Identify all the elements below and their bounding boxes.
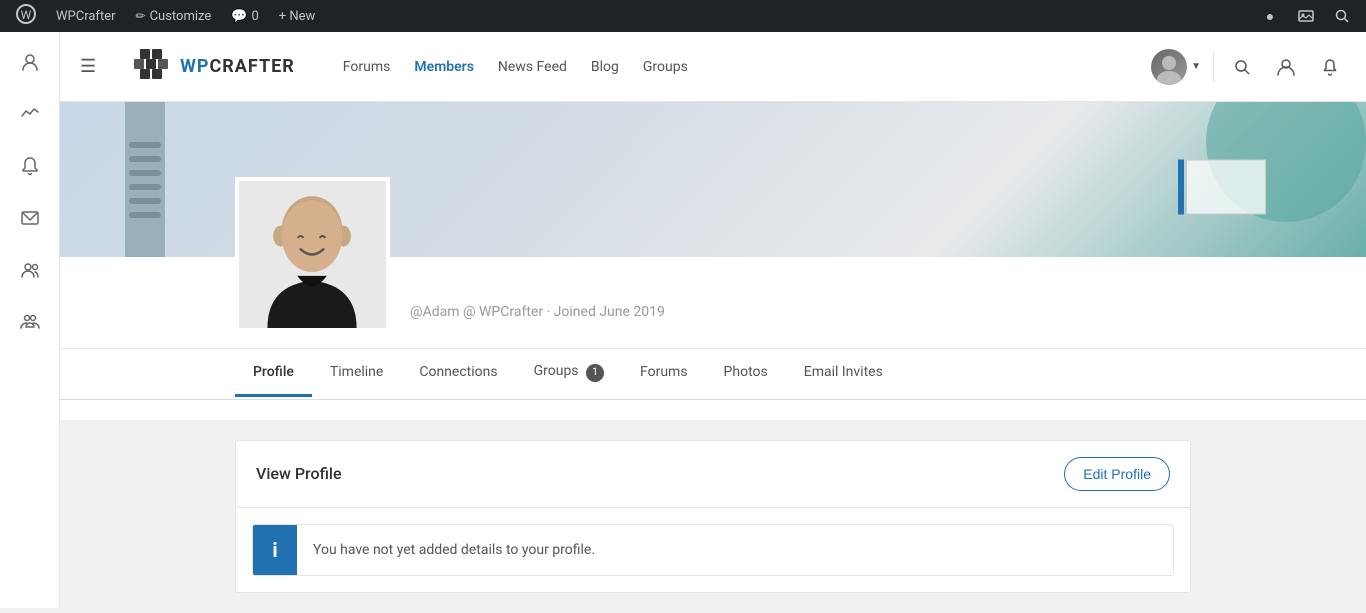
view-profile-card: View Profile Edit Profile i You have not… xyxy=(235,440,1191,593)
notebook-ring xyxy=(129,170,161,176)
groups-badge: 1 xyxy=(586,364,604,382)
notebook-ring xyxy=(129,156,161,162)
sidebar-message-icon[interactable] xyxy=(12,200,48,236)
site-logo-text: WPCRAFTER xyxy=(180,56,295,77)
cover-whitebox xyxy=(1186,160,1266,215)
wp-logo-icon: W xyxy=(16,4,36,29)
main-wrapper: ☰ WPCRAFTER Forums Members News Feed Blo… xyxy=(60,32,1366,613)
hamburger-menu[interactable]: ☰ xyxy=(80,56,96,77)
woo-icon[interactable]: ● xyxy=(1254,0,1286,32)
main-nav: Forums Members News Feed Blog Groups xyxy=(343,59,1127,75)
sidebar-members-icon[interactable] xyxy=(12,252,48,288)
view-profile-header: View Profile Edit Profile xyxy=(236,441,1190,508)
avatar-svg xyxy=(239,177,386,332)
customize-icon: ✏ xyxy=(136,9,146,23)
left-sidebar xyxy=(0,32,60,608)
nav-members[interactable]: Members xyxy=(414,59,474,75)
sidebar-activity-icon[interactable] xyxy=(12,96,48,132)
comments-icon: 💬 xyxy=(231,9,247,24)
logo-area: WPCRAFTER xyxy=(128,45,295,89)
admin-bar-right: ● xyxy=(1254,0,1358,32)
profile-username: @Adam @ WPCrafter · Joined June 2019 xyxy=(410,296,1191,320)
notebook-ring xyxy=(129,198,161,204)
customize-item[interactable]: ✏ Customize xyxy=(128,0,220,32)
comments-count: 0 xyxy=(251,9,258,24)
tab-groups[interactable]: Groups 1 xyxy=(516,349,622,399)
comments-item[interactable]: 💬 0 xyxy=(223,0,267,32)
cover-notebook xyxy=(125,102,165,257)
sidebar-groups-icon[interactable] xyxy=(12,304,48,340)
notebook-ring xyxy=(129,212,161,218)
new-item[interactable]: + New xyxy=(271,0,324,32)
profile-tabs: Profile Timeline Connections Groups 1 Fo… xyxy=(60,349,1366,400)
profile-avatar-container xyxy=(235,177,390,332)
sidebar-notification-icon[interactable] xyxy=(12,148,48,184)
profile-info: @Adam @ WPCrafter · Joined June 2019 xyxy=(410,296,1191,332)
profile-avatar xyxy=(235,177,390,332)
profile-section: @Adam @ WPCrafter · Joined June 2019 Pro… xyxy=(60,257,1366,420)
wp-admin-bar: W WPCrafter ✏ Customize 💬 0 + New ● xyxy=(0,0,1366,32)
tab-connections[interactable]: Connections xyxy=(401,350,515,397)
nav-separator xyxy=(1213,52,1214,82)
nav-user-icon[interactable] xyxy=(1270,51,1302,83)
nav-search-icon[interactable] xyxy=(1226,51,1258,83)
edit-profile-button[interactable]: Edit Profile xyxy=(1064,457,1170,491)
wp-logo-item[interactable]: W xyxy=(8,0,44,32)
top-nav: ☰ WPCRAFTER Forums Members News Feed Blo… xyxy=(60,32,1366,102)
nav-forums[interactable]: Forums xyxy=(343,59,391,75)
tab-profile[interactable]: Profile xyxy=(235,350,312,397)
notice-icon: i xyxy=(253,525,297,575)
nav-right: ▼ xyxy=(1151,49,1346,85)
nav-blog[interactable]: Blog xyxy=(591,59,619,75)
content-area: View Profile Edit Profile i You have not… xyxy=(60,420,1366,613)
site-name-label: WPCrafter xyxy=(56,9,116,24)
site-logo-icon xyxy=(128,45,172,89)
media-icon[interactable] xyxy=(1290,0,1322,32)
tab-photos[interactable]: Photos xyxy=(706,350,786,397)
tab-timeline[interactable]: Timeline xyxy=(312,350,401,397)
search-admin-icon[interactable] xyxy=(1326,0,1358,32)
tab-forums[interactable]: Forums xyxy=(622,350,706,397)
profile-header: @Adam @ WPCrafter · Joined June 2019 xyxy=(60,257,1366,349)
dropdown-chevron-icon: ▼ xyxy=(1191,61,1201,72)
customize-label: Customize xyxy=(150,9,212,24)
nav-avatar-image xyxy=(1151,49,1187,85)
nav-bell-icon[interactable] xyxy=(1314,51,1346,83)
tab-email-invites[interactable]: Email Invites xyxy=(786,350,901,397)
view-profile-title: View Profile xyxy=(256,464,342,483)
notebook-ring xyxy=(129,142,161,148)
site-name-item[interactable]: WPCrafter xyxy=(48,0,124,32)
sidebar-user-icon[interactable] xyxy=(12,44,48,80)
nav-groups[interactable]: Groups xyxy=(643,59,688,75)
cover-blue-bar xyxy=(1178,160,1184,215)
nav-newsfeed[interactable]: News Feed xyxy=(498,59,567,75)
nav-avatar[interactable] xyxy=(1151,49,1187,85)
new-label: + New xyxy=(279,9,316,24)
svg-text:W: W xyxy=(21,8,32,22)
nav-avatar-dropdown[interactable]: ▼ xyxy=(1151,49,1201,85)
profile-notice: i You have not yet added details to your… xyxy=(252,524,1174,576)
notice-text: You have not yet added details to your p… xyxy=(297,528,1173,572)
notebook-ring xyxy=(129,184,161,190)
